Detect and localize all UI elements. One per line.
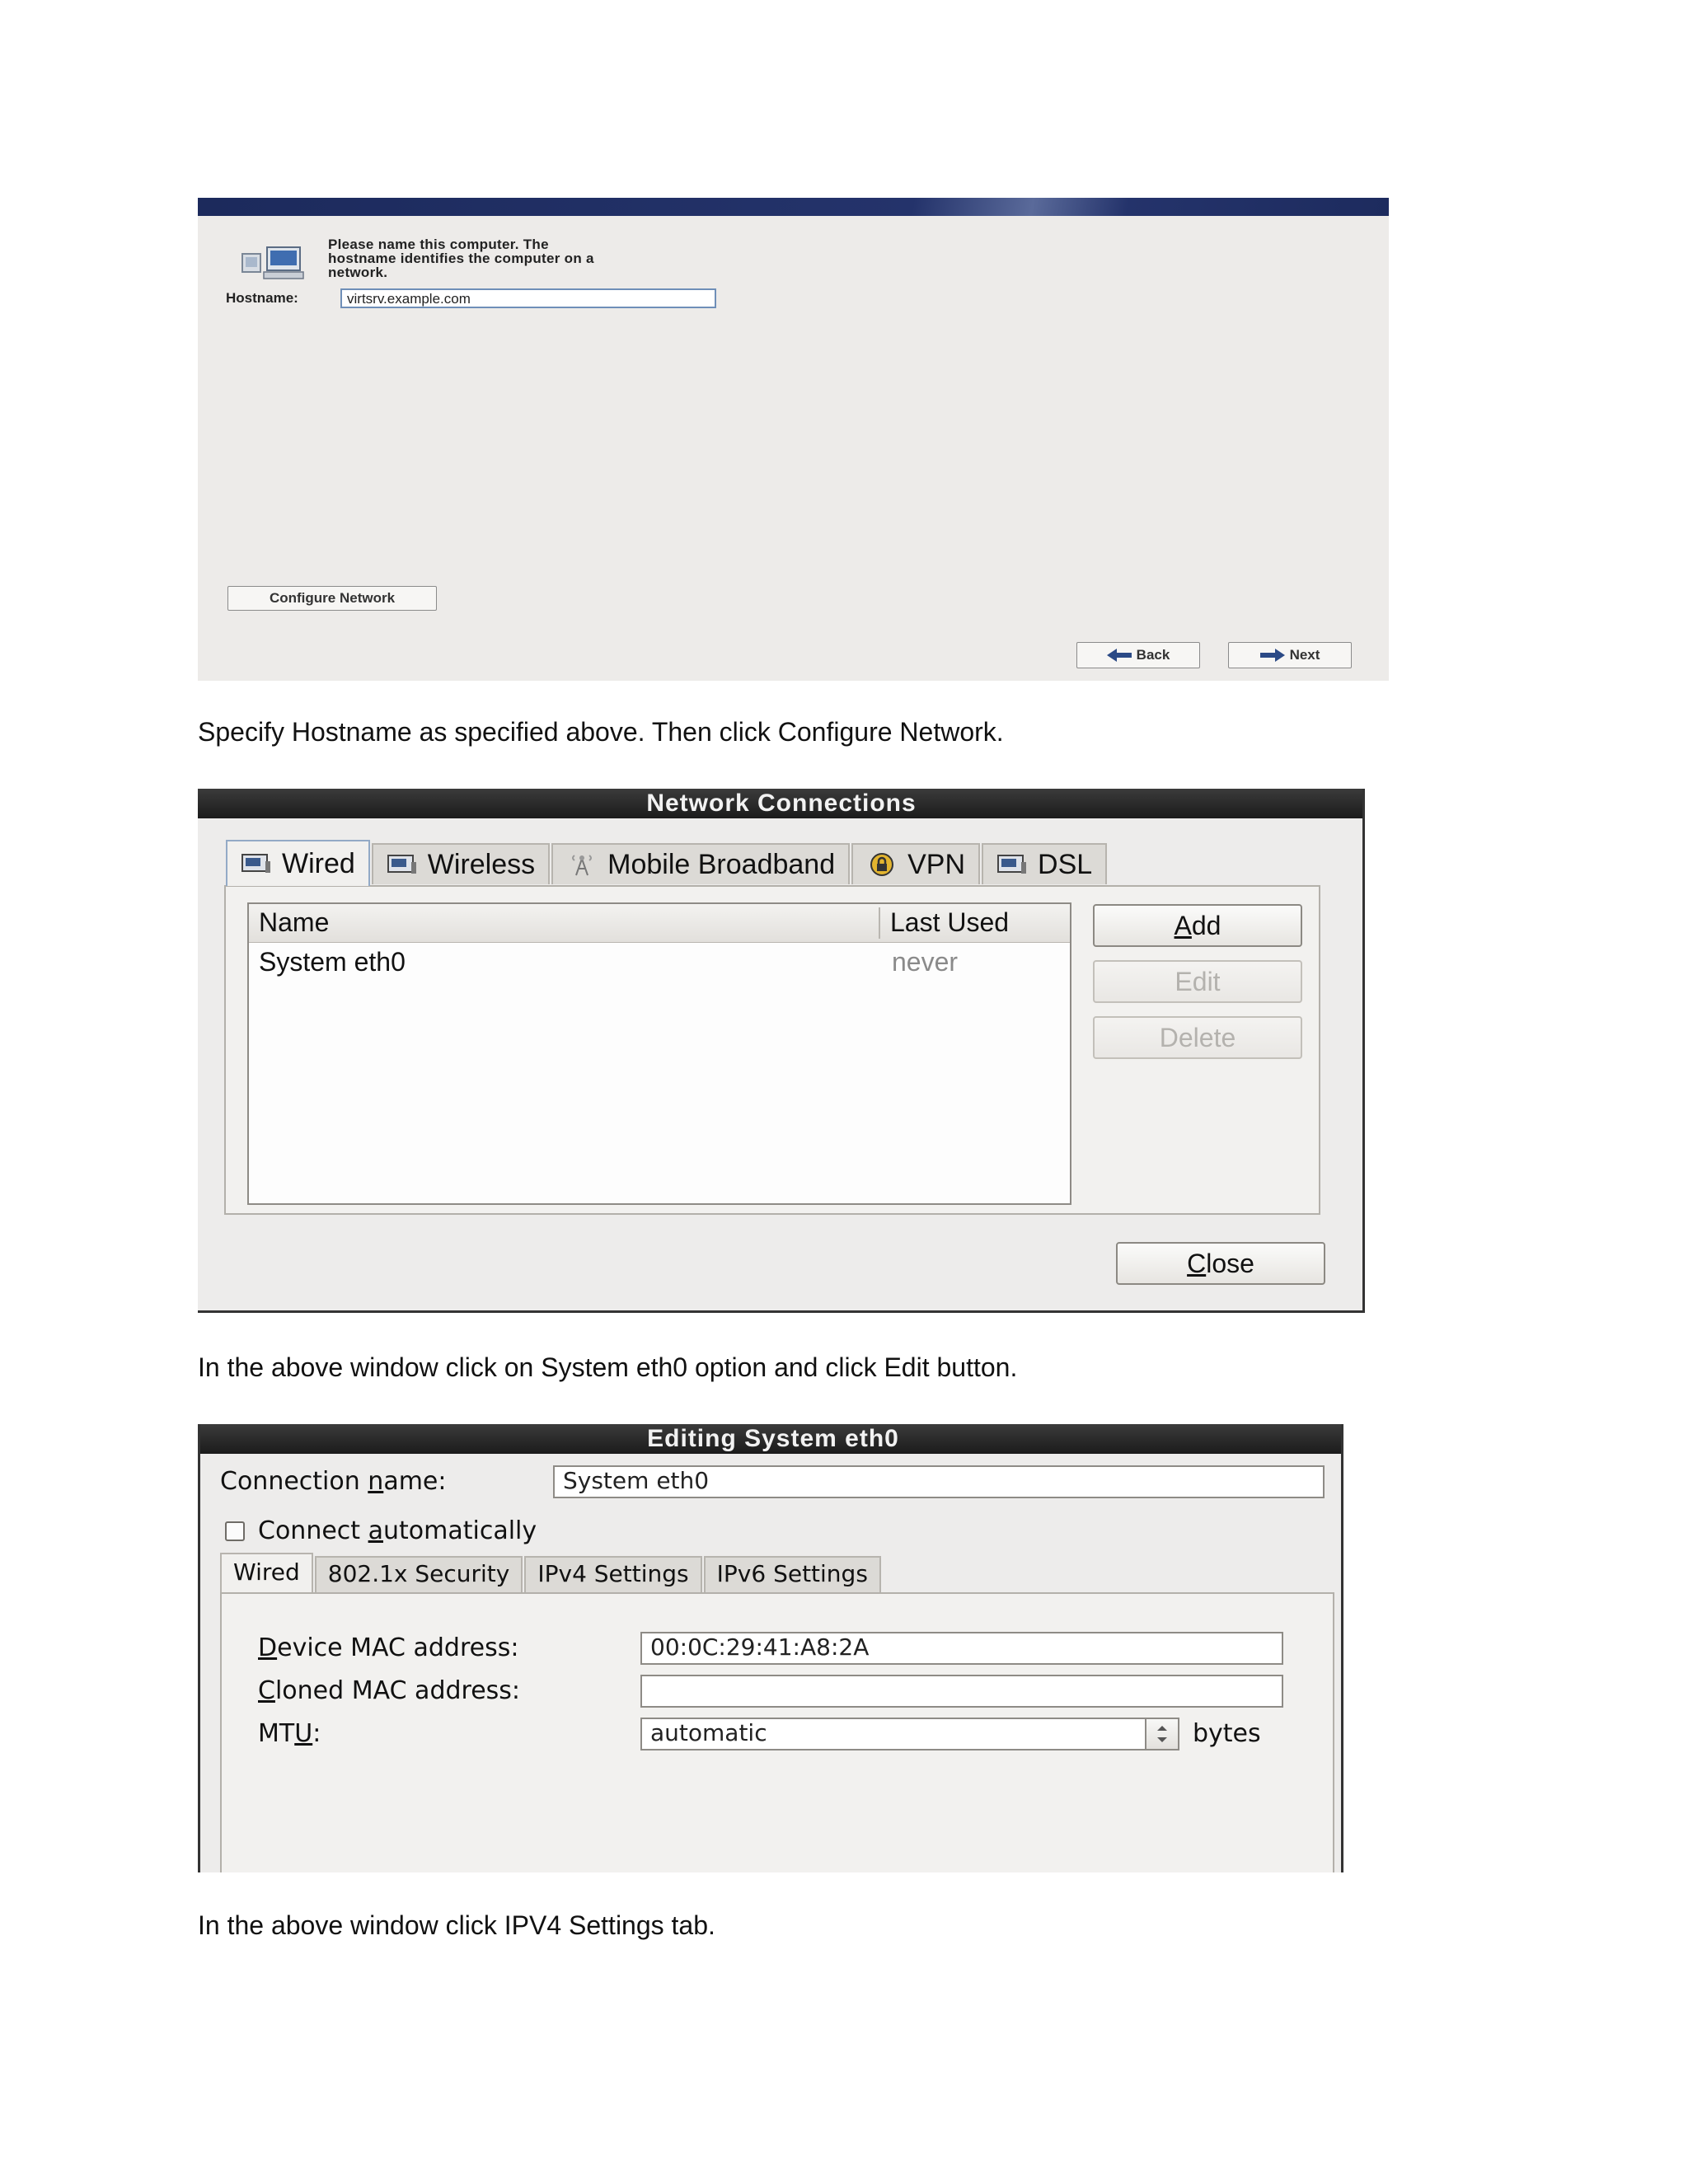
tab-label: Wireless bbox=[427, 848, 536, 880]
back-button[interactable]: Back bbox=[1076, 642, 1200, 668]
network-computers-icon bbox=[241, 246, 304, 279]
tab-label: DSL bbox=[1038, 848, 1093, 880]
add-button[interactable]: Add bbox=[1093, 904, 1302, 947]
connect-automatically-label[interactable]: Connect automatically bbox=[258, 1516, 537, 1545]
list-header: Name Last Used bbox=[249, 904, 1070, 943]
caption-3: In the above window click IPV4 Settings … bbox=[198, 1910, 715, 1940]
intro-line: network. bbox=[328, 265, 388, 280]
window-title: Network Connections bbox=[198, 789, 1362, 818]
hostname-input[interactable]: virtsrv.example.com bbox=[340, 288, 716, 308]
column-separator bbox=[879, 907, 880, 939]
mtu-unit-label: bytes bbox=[1193, 1719, 1261, 1748]
caption-2: In the above window click on System eth0… bbox=[198, 1352, 1018, 1382]
close-mnemonic: C bbox=[1187, 1249, 1207, 1278]
tab-vpn[interactable]: VPN bbox=[851, 843, 981, 884]
spin-arrows-icon bbox=[1157, 1726, 1167, 1742]
connection-row-last-used[interactable]: never bbox=[892, 947, 958, 977]
tab-ipv6-settings[interactable]: IPv6 Settings bbox=[703, 1556, 881, 1592]
antenna-icon bbox=[572, 855, 593, 876]
network-card-icon bbox=[387, 855, 416, 874]
connection-name-label: Connection name: bbox=[220, 1467, 447, 1496]
settings-tabs: Wired 802.1x Security IPv4 Settings IPv6… bbox=[220, 1553, 883, 1594]
tab-wireless[interactable]: Wireless bbox=[371, 843, 551, 884]
next-label: Next bbox=[1289, 647, 1320, 663]
hostname-screenshot: Please name this computer. The hostname … bbox=[198, 198, 1389, 681]
add-label-rest: dd bbox=[1191, 911, 1221, 940]
hostname-intro-text: Please name this computer. The hostname … bbox=[328, 237, 740, 279]
column-header-last-used[interactable]: Last Used bbox=[890, 907, 1009, 938]
arrow-left-icon bbox=[1106, 649, 1132, 662]
connection-type-tabs: Wired Wireless Mobile Broadband VPN DSL bbox=[226, 840, 1109, 886]
device-mac-input[interactable]: 00:0C:29:41:A8:2A bbox=[640, 1632, 1283, 1665]
editing-connection-window: Editing System eth0 Connection name: Sys… bbox=[198, 1424, 1343, 1872]
column-header-name[interactable]: Name bbox=[259, 907, 329, 938]
edit-button[interactable]: Edit bbox=[1093, 960, 1302, 1003]
close-button[interactable]: Close bbox=[1116, 1242, 1325, 1285]
mtu-spin-button[interactable] bbox=[1145, 1718, 1179, 1750]
network-card-icon bbox=[997, 855, 1027, 874]
mtu-label: MTU: bbox=[258, 1719, 321, 1748]
mtu-input[interactable]: automatic bbox=[640, 1718, 1146, 1750]
delete-button[interactable]: Delete bbox=[1093, 1016, 1302, 1059]
arrow-right-icon bbox=[1259, 649, 1285, 662]
tab-label: Mobile Broadband bbox=[607, 848, 836, 880]
tab-dsl[interactable]: DSL bbox=[982, 843, 1108, 884]
connection-row-name[interactable]: System eth0 bbox=[259, 947, 406, 977]
back-label: Back bbox=[1136, 647, 1170, 663]
next-button[interactable]: Next bbox=[1228, 642, 1352, 668]
installer-banner bbox=[198, 198, 1389, 216]
caption-1: Specify Hostname as specified above. The… bbox=[198, 717, 1004, 747]
cloned-mac-label: Cloned MAC address: bbox=[258, 1676, 521, 1705]
device-mac-label: Device MAC address: bbox=[258, 1633, 519, 1662]
network-card-icon bbox=[241, 854, 270, 873]
tab-wired[interactable]: Wired bbox=[226, 840, 370, 886]
add-mnemonic: A bbox=[1174, 911, 1192, 940]
configure-network-button[interactable]: Configure Network bbox=[227, 586, 437, 611]
tab-ipv4-settings[interactable]: IPv4 Settings bbox=[524, 1556, 702, 1592]
window-title: Editing System eth0 bbox=[200, 1424, 1341, 1454]
tab-label: Wired bbox=[282, 847, 355, 879]
tab-label: VPN bbox=[907, 848, 966, 880]
close-label-rest: lose bbox=[1206, 1249, 1254, 1278]
network-connections-window: Network Connections Wired Wireless Mobil… bbox=[198, 789, 1365, 1313]
lock-icon bbox=[870, 853, 894, 876]
connection-name-input[interactable]: System eth0 bbox=[553, 1465, 1325, 1498]
intro-line: hostname identifies the computer on a bbox=[328, 251, 594, 266]
tab-8021x-security[interactable]: 802.1x Security bbox=[314, 1556, 523, 1592]
hostname-label: Hostname: bbox=[226, 290, 298, 306]
tab-wired[interactable]: Wired bbox=[220, 1553, 313, 1592]
cloned-mac-input[interactable] bbox=[640, 1675, 1283, 1708]
tab-mobile-broadband[interactable]: Mobile Broadband bbox=[551, 843, 851, 884]
connections-list[interactable]: Name Last Used System eth0 never bbox=[247, 902, 1071, 1205]
connect-automatically-checkbox[interactable] bbox=[225, 1521, 245, 1541]
intro-line: Please name this computer. The bbox=[328, 237, 549, 252]
